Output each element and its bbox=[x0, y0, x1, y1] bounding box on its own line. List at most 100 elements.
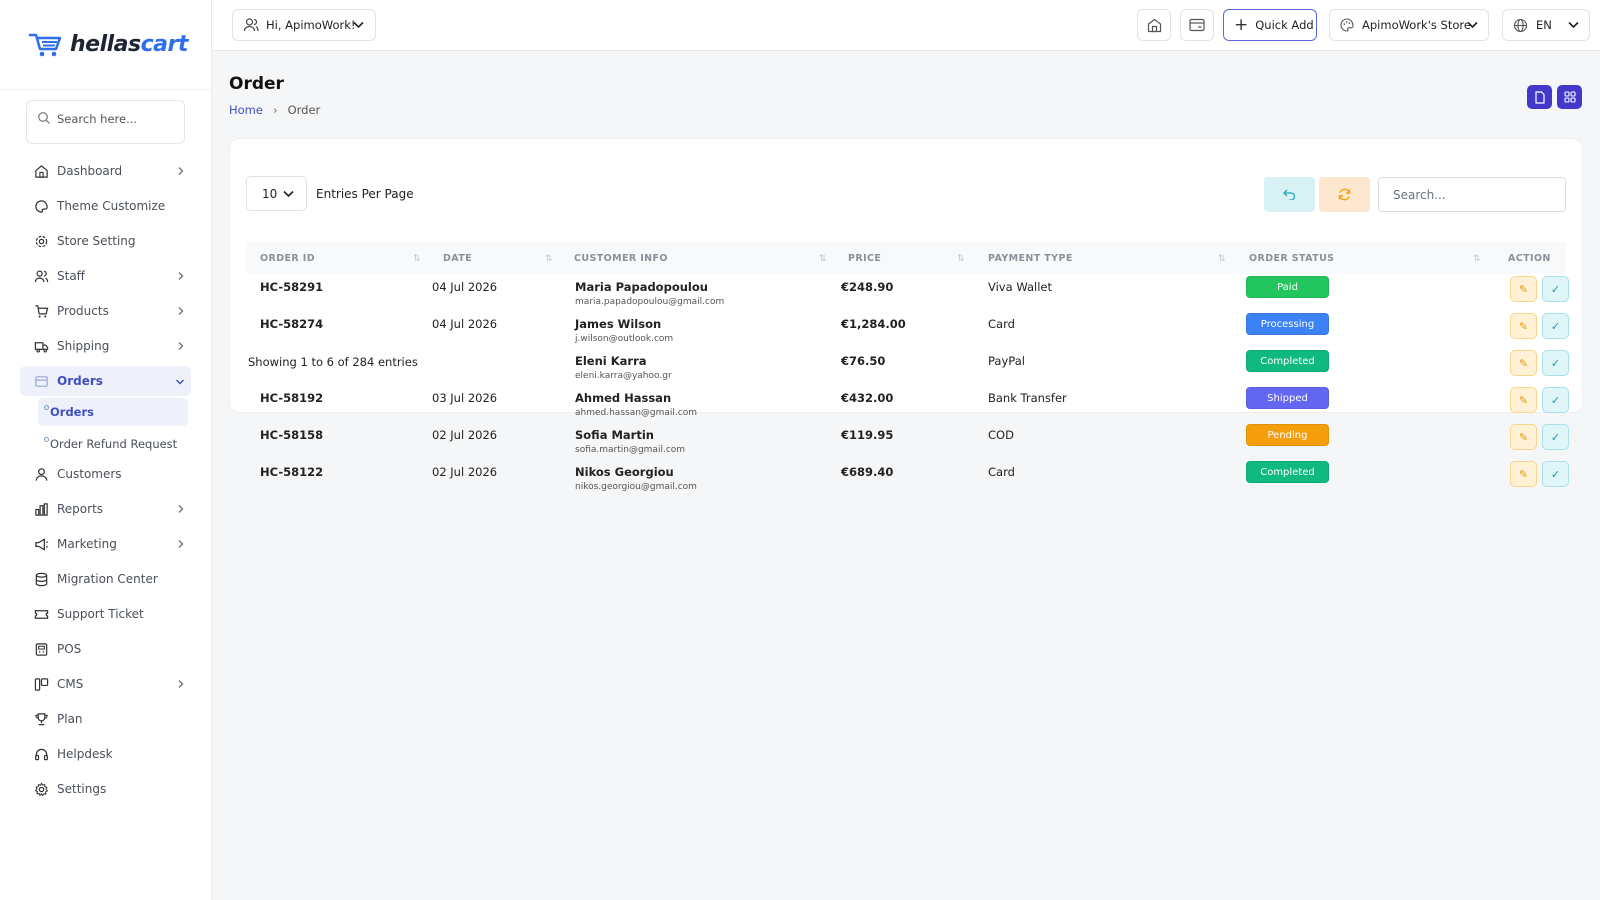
sidebar-item-label: Store Setting bbox=[57, 234, 136, 248]
breadcrumb-home-link[interactable]: Home bbox=[229, 103, 263, 117]
megaphone-icon bbox=[33, 536, 49, 552]
sidebar-item-theme-customize[interactable]: Theme Customize bbox=[20, 191, 191, 221]
trophy-icon bbox=[33, 711, 49, 727]
sidebar-search[interactable]: Search here... bbox=[26, 100, 185, 144]
sidebar-item-reports[interactable]: Reports bbox=[20, 494, 191, 524]
column-header-price[interactable]: PRICE bbox=[848, 253, 881, 264]
chevron-right-icon bbox=[177, 538, 185, 552]
user-greeting: Hi, ApimoWork! bbox=[266, 18, 356, 32]
order-price: €76.50 bbox=[841, 354, 886, 368]
table-row[interactable]: HC-58291 04 Jul 2026 Maria Papadopoulou mar… bbox=[246, 276, 1569, 313]
table-row[interactable]: HC-58122 02 Jul 2026 Nikos Georgiou nikos.g… bbox=[246, 461, 1569, 498]
logo[interactable]: hellascart bbox=[0, 0, 211, 90]
store-icon bbox=[1147, 18, 1161, 32]
sort-icon[interactable]: ⇅ bbox=[413, 254, 421, 264]
table-row[interactable]: HC-58274 04 Jul 2026 James Wilson j.wilson@… bbox=[246, 313, 1569, 350]
sidebar-item-products[interactable]: Products bbox=[20, 296, 191, 326]
edit-icon[interactable]: ✎ bbox=[1510, 387, 1537, 413]
sidebar-item-shipping[interactable]: Shipping bbox=[20, 331, 191, 361]
user-menu-button[interactable]: Hi, ApimoWork! bbox=[232, 9, 376, 41]
check-icon[interactable]: ✓ bbox=[1542, 387, 1569, 413]
sidebar-item-customers[interactable]: Customers bbox=[20, 459, 191, 489]
export-button[interactable] bbox=[1527, 85, 1552, 109]
sidebar-item-dashboard[interactable]: Dashboard bbox=[20, 156, 191, 186]
store-name: ApimoWork's Store bbox=[1362, 18, 1471, 32]
sidebar-item-pos[interactable]: POS bbox=[20, 634, 191, 664]
sidebar-item-helpdesk[interactable]: Helpdesk bbox=[20, 739, 191, 769]
sidebar-subitem-orders[interactable]: Orders bbox=[38, 398, 188, 426]
edit-icon[interactable]: ✎ bbox=[1510, 350, 1537, 376]
sort-icon[interactable]: ⇅ bbox=[819, 254, 827, 264]
status-badge: Shipped bbox=[1246, 387, 1329, 409]
pos-button[interactable] bbox=[1180, 9, 1214, 41]
sort-icon[interactable]: ⇅ bbox=[545, 254, 553, 264]
table-row[interactable]: HC-58158 02 Jul 2026 Sofia Martin sofia.mar… bbox=[246, 424, 1569, 461]
edit-icon[interactable]: ✎ bbox=[1510, 424, 1537, 450]
column-header-order-status[interactable]: ORDER STATUS bbox=[1249, 253, 1334, 264]
order-price: €119.95 bbox=[841, 428, 894, 442]
grid-view-button[interactable] bbox=[1557, 85, 1582, 109]
language-selector[interactable]: EN bbox=[1502, 9, 1590, 41]
order-date: 03 Jul 2026 bbox=[432, 391, 498, 405]
column-header-date[interactable]: DATE bbox=[443, 253, 472, 264]
refresh-icon bbox=[1338, 188, 1351, 201]
edit-icon[interactable]: ✎ bbox=[1510, 313, 1537, 339]
check-icon[interactable]: ✓ bbox=[1542, 424, 1569, 450]
customer-name: Maria Papadopoulou bbox=[575, 280, 708, 294]
customer-email: j.wilson@outlook.com bbox=[575, 334, 674, 344]
entries-per-page-label: Entries Per Page bbox=[316, 187, 414, 201]
sidebar-item-settings[interactable]: Settings bbox=[20, 774, 191, 804]
check-icon[interactable]: ✓ bbox=[1542, 350, 1569, 376]
column-header-order-id[interactable]: ORDER ID bbox=[260, 253, 315, 264]
sidebar-item-support-ticket[interactable]: Support Ticket bbox=[20, 599, 191, 629]
sidebar-item-store-setting[interactable]: Store Setting bbox=[20, 226, 191, 256]
check-icon[interactable]: ✓ bbox=[1542, 461, 1569, 487]
settings-icon bbox=[33, 781, 49, 797]
chevron-down-icon bbox=[283, 190, 294, 198]
entries-value: 10 bbox=[262, 186, 278, 201]
chevron-right-icon: › bbox=[272, 103, 278, 117]
check-icon[interactable]: ✓ bbox=[1542, 276, 1569, 302]
sidebar-item-label: POS bbox=[57, 642, 82, 656]
sidebar-item-cms[interactable]: CMS bbox=[20, 669, 191, 699]
user-icon bbox=[33, 466, 49, 482]
sidebar-item-orders[interactable]: Orders bbox=[20, 366, 191, 396]
quick-add-label: Quick Add bbox=[1255, 18, 1314, 32]
sidebar-item-staff[interactable]: Staff bbox=[20, 261, 191, 291]
table-search-input[interactable] bbox=[1378, 177, 1566, 212]
check-icon[interactable]: ✓ bbox=[1542, 313, 1569, 339]
reset-button[interactable] bbox=[1264, 177, 1315, 212]
customer-name: Sofia Martin bbox=[575, 428, 654, 442]
sidebar-subitem-order-refund-request[interactable]: Order Refund Request bbox=[38, 430, 188, 458]
palette-icon bbox=[1340, 18, 1354, 32]
table-row[interactable]: Eleni Karra eleni.karra@yahoo.gr €76.50 Pay… bbox=[246, 350, 1569, 387]
entries-per-page-select[interactable]: 10 bbox=[246, 176, 307, 211]
plus-icon: + bbox=[1234, 14, 1249, 35]
chevron-down-icon bbox=[175, 375, 185, 389]
sidebar-item-migration-center[interactable]: Migration Center bbox=[20, 564, 191, 594]
sort-icon[interactable]: ⇅ bbox=[1218, 254, 1226, 264]
table-row[interactable]: HC-58192 03 Jul 2026 Ahmed Hassan ahmed.has… bbox=[246, 387, 1569, 424]
store-selector[interactable]: ApimoWork's Store bbox=[1329, 9, 1489, 41]
sidebar-item-label: Support Ticket bbox=[57, 607, 144, 621]
column-header-payment-type[interactable]: PAYMENT TYPE bbox=[988, 253, 1073, 264]
edit-icon[interactable]: ✎ bbox=[1510, 276, 1537, 302]
storefront-button[interactable] bbox=[1137, 9, 1171, 41]
order-id: HC-58274 bbox=[260, 317, 324, 331]
sort-icon[interactable]: ⇅ bbox=[1473, 254, 1481, 264]
order-id: HC-58158 bbox=[260, 428, 324, 442]
sidebar-subitem-label: Order Refund Request bbox=[50, 437, 178, 451]
bullet-icon bbox=[44, 405, 49, 410]
bullet-icon bbox=[44, 437, 49, 442]
column-header-customer-info[interactable]: CUSTOMER INFO bbox=[574, 253, 668, 264]
edit-icon[interactable]: ✎ bbox=[1510, 461, 1537, 487]
sidebar-item-plan[interactable]: Plan bbox=[20, 704, 191, 734]
sort-icon[interactable]: ⇅ bbox=[957, 254, 965, 264]
quick-add-button[interactable]: + Quick Add bbox=[1223, 9, 1317, 41]
order-price: €689.40 bbox=[841, 465, 894, 479]
search-icon bbox=[37, 111, 50, 124]
refresh-button[interactable] bbox=[1319, 177, 1370, 212]
column-header-action[interactable]: ACTION bbox=[1508, 253, 1551, 264]
chevron-right-icon bbox=[177, 270, 185, 284]
sidebar-item-marketing[interactable]: Marketing bbox=[20, 529, 191, 559]
